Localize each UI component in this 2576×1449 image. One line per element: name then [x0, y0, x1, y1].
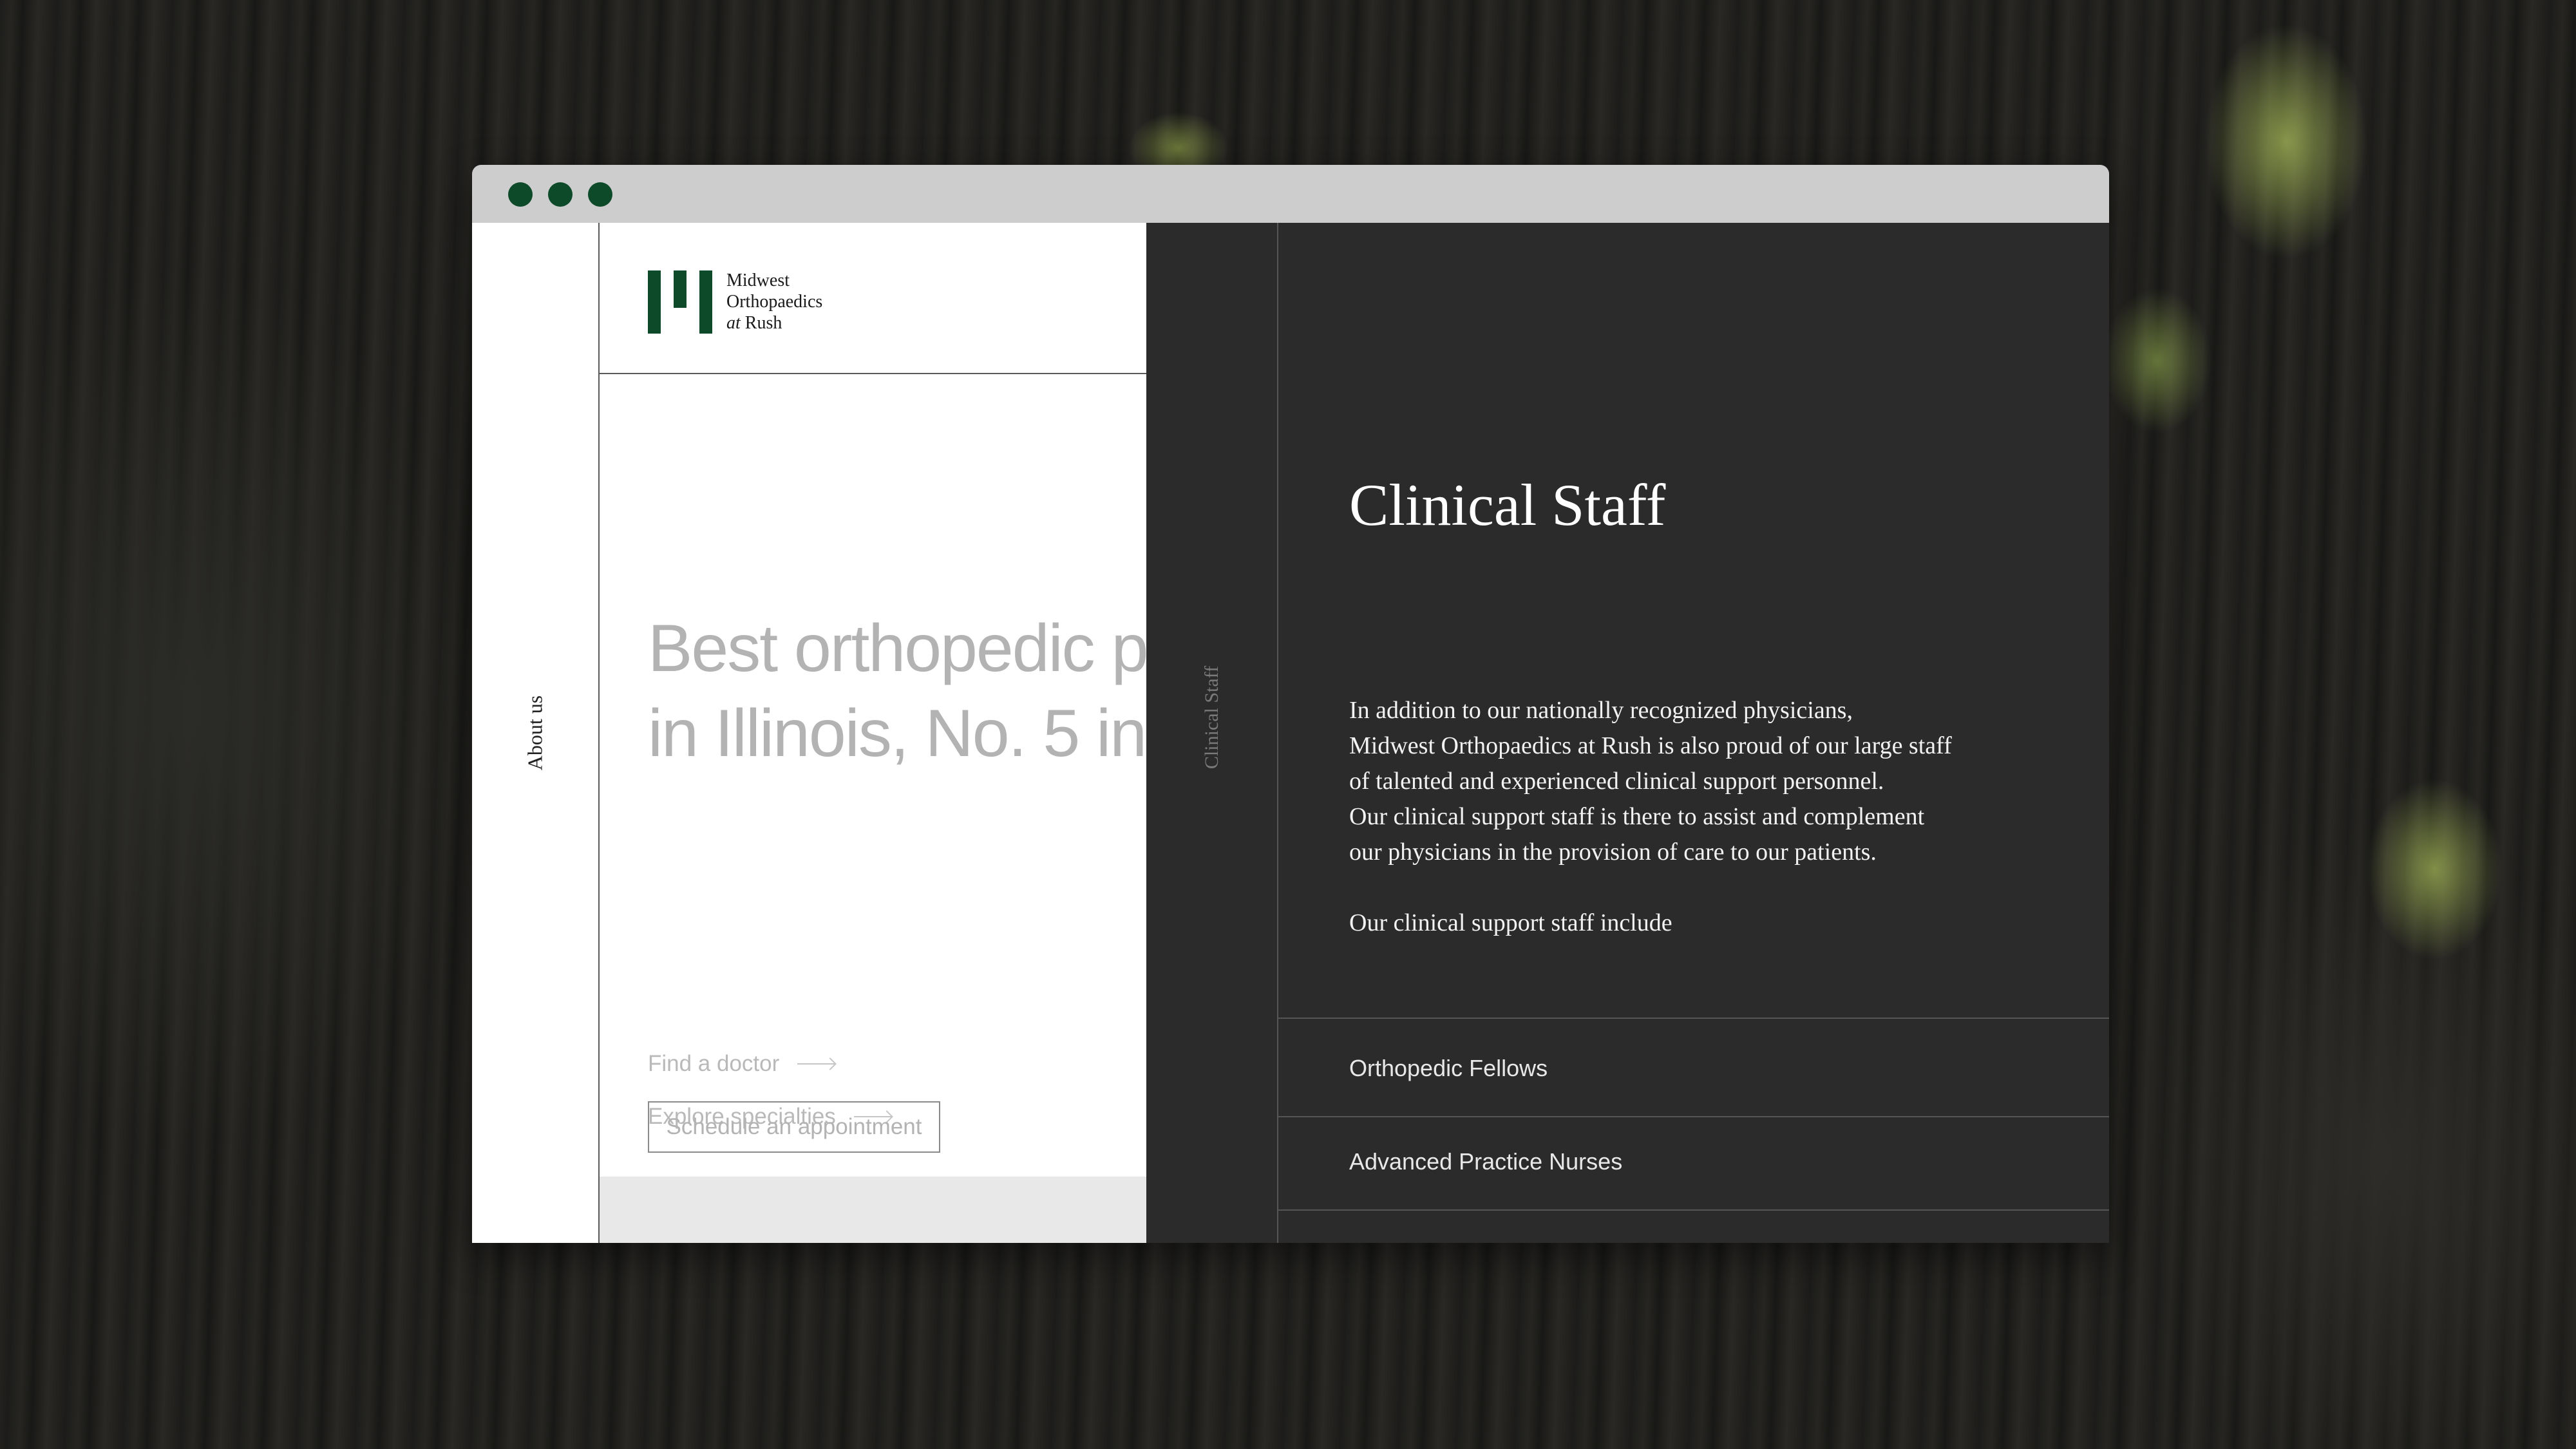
- hero-title: Best orthopedic p in Illinois, No. 5 in …: [648, 606, 1148, 776]
- maximize-dot-icon[interactable]: [588, 182, 612, 207]
- find-doctor-link[interactable]: Find a doctor: [648, 1051, 835, 1077]
- panel-body-line: Midwest Orthopaedics at Rush is also pro…: [1349, 732, 1952, 759]
- staff-item-advanced-practice-nurses[interactable]: Advanced Practice Nurses: [1278, 1116, 2109, 1211]
- panel-body-line: our physicians in the provision of care …: [1349, 838, 1877, 866]
- panel-rail-label[interactable]: Clinical Staff: [1201, 666, 1223, 769]
- arrow-right-icon: [797, 1063, 835, 1065]
- staff-item-label: Advanced Practice Nurses: [1349, 1148, 1623, 1175]
- logo-at: at: [726, 313, 741, 333]
- hero-title-line-1: Best orthopedic p: [648, 611, 1148, 686]
- gray-footer-band: [600, 1177, 1148, 1243]
- about-us-tab[interactable]: About us: [524, 696, 547, 770]
- left-sidebar-rail: About us: [472, 223, 600, 1243]
- staff-item-label: Orthopedic Fellows: [1349, 1055, 1548, 1081]
- close-dot-icon[interactable]: [508, 182, 533, 207]
- schedule-appointment-button[interactable]: Schedule an appointment: [648, 1101, 940, 1153]
- site-main-column: Midwest Orthopaedics at Rush Best orthop…: [600, 223, 1148, 1243]
- find-doctor-label: Find a doctor: [648, 1051, 780, 1076]
- site-header: Midwest Orthopaedics at Rush: [600, 223, 1148, 374]
- staff-item-orthopedic-fellows[interactable]: Orthopedic Fellows: [1278, 1018, 2109, 1116]
- logo-line-3: at Rush: [726, 312, 822, 334]
- panel-body: In addition to our nationally recognized…: [1349, 693, 2077, 941]
- panel-title: Clinical Staff: [1349, 472, 1666, 538]
- browser-window: About us Midwest Orthopaedics at Rush Be…: [472, 165, 2109, 1243]
- logo-line-1: Midwest: [726, 270, 790, 290]
- panel-rail: Clinical Staff: [1146, 223, 1278, 1243]
- minimize-dot-icon[interactable]: [548, 182, 573, 207]
- logo-rush: Rush: [744, 313, 782, 333]
- browser-titlebar: [472, 165, 2109, 223]
- panel-body-line: of talented and experienced clinical sup…: [1349, 768, 1884, 795]
- mor-logo-icon[interactable]: [648, 270, 712, 334]
- browser-viewport: About us Midwest Orthopaedics at Rush Be…: [472, 223, 2109, 1243]
- logo-line-2: Orthopaedics: [726, 292, 823, 312]
- logo-wordmark[interactable]: Midwest Orthopaedics at Rush: [726, 270, 822, 334]
- panel-body-line: In addition to our nationally recognized…: [1349, 697, 1853, 724]
- panel-content: Clinical Staff In addition to our nation…: [1278, 223, 2109, 1243]
- clinical-staff-panel: Clinical Staff Clinical Staff In additio…: [1146, 223, 2109, 1243]
- panel-body-line: Our clinical support staff is there to a…: [1349, 803, 1925, 830]
- panel-body-intro: Our clinical support staff include: [1349, 909, 1672, 936]
- hero-title-line-2: in Illinois, No. 5 in t: [648, 696, 1148, 771]
